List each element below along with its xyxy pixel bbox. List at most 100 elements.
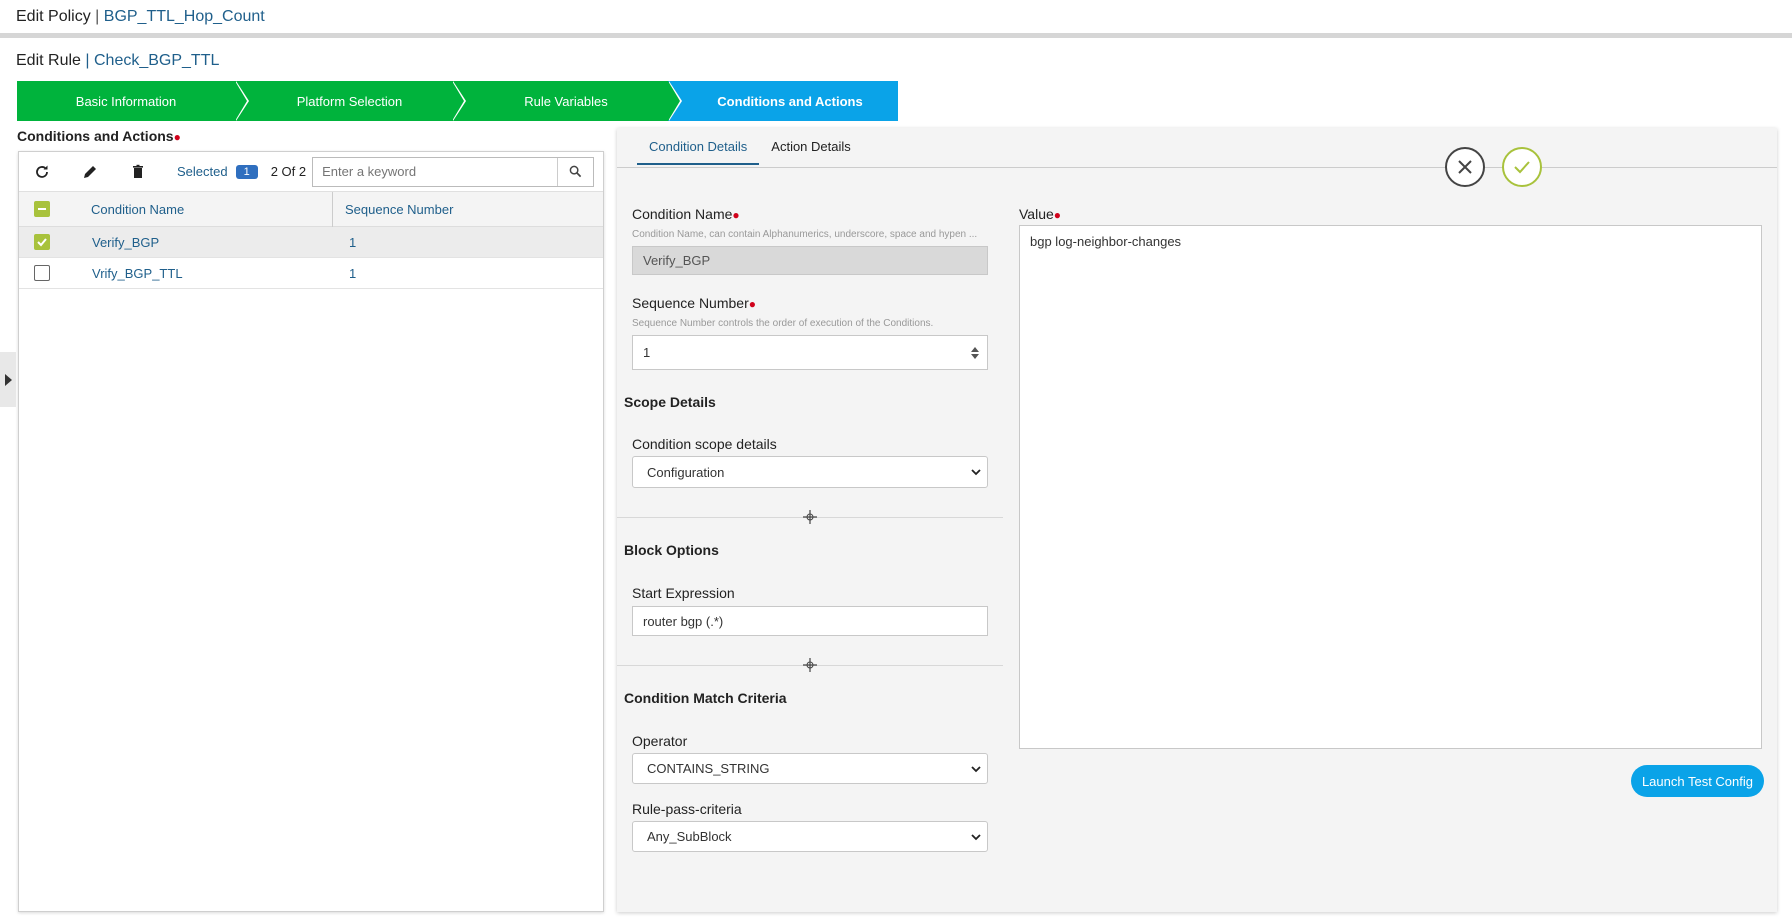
spinner-down[interactable] [971,353,979,359]
rule-pass-criteria-select[interactable]: Any_SubBlock [632,821,988,852]
wizard-steps: Basic Information Platform Selection Rul… [17,81,898,121]
value-label: Value● [1019,206,1061,222]
search-box [312,156,595,187]
rule-title-prefix: Edit Rule [16,52,81,69]
row-sequence-number: 1 [349,234,357,250]
selected-count-badge: 1 [235,164,258,179]
sequence-number-label: Sequence Number● [632,295,756,311]
close-icon [1458,160,1472,174]
column-header-sequence-number[interactable]: Sequence Number [333,202,453,217]
required-indicator: ● [173,130,181,144]
spinner-up[interactable] [971,346,979,352]
rule-separator: | [85,52,90,69]
condition-scope-select[interactable]: Configuration [632,456,988,488]
step-label: Conditions and Actions [717,93,863,109]
policy-name: BGP_TTL_Hop_Count [103,8,265,25]
row-checkbox[interactable] [34,265,50,281]
selected-label: Selected [177,164,228,179]
check-icon [1514,161,1530,174]
sequence-number-label-text: Sequence Number [632,295,749,311]
page-title: Edit Policy | BGP_TTL_Hop_Count [16,8,265,26]
rule-pass-criteria-label: Rule-pass-criteria [632,801,742,817]
chevron-down-icon [971,833,981,840]
tab-condition-details[interactable]: Condition Details [637,128,760,165]
drag-handle-icon[interactable] [803,658,817,672]
check-icon [37,238,47,247]
condition-name-field: Verify_BGP [632,246,988,275]
condition-match-criteria-heading: Condition Match Criteria [624,690,787,706]
search-button[interactable] [557,157,593,186]
grid-header: Condition Name Sequence Number [19,191,603,227]
header-checkbox-cell [19,201,73,217]
drag-handle-icon[interactable] [803,510,817,524]
sidebar-toggle[interactable] [0,352,16,407]
step-conditions-and-actions[interactable]: Conditions and Actions [668,81,898,121]
step-platform-selection[interactable]: Platform Selection [235,81,466,121]
column-header-condition-name[interactable]: Condition Name [73,191,333,227]
rule-title: Edit Rule | Check_BGP_TTL [16,52,219,70]
condition-name-label: Condition Name● [632,206,740,222]
pagination-count: 2 Of 2 [270,164,307,179]
step-label: Rule Variables [524,93,608,109]
step-basic-information[interactable]: Basic Information [17,81,249,121]
scope-details-heading: Scope Details [624,394,716,410]
detail-tabs: Condition Details Action Details [637,128,863,165]
table-row[interactable]: Verify_BGP 1 [19,227,603,258]
top-bar: Edit Policy | BGP_TTL_Hop_Count [0,0,1792,38]
required-indicator: ● [732,208,740,222]
rule-pass-criteria-value: Any_SubBlock [647,829,732,844]
search-icon [569,165,582,178]
row-condition-name[interactable]: Vrify_BGP_TTL [73,266,333,281]
step-label: Platform Selection [296,93,403,109]
sequence-number-value: 1 [643,345,651,360]
row-condition-name[interactable]: Verify_BGP [73,235,333,250]
condition-detail-panel: Condition Details Action Details Conditi… [617,128,1777,912]
condition-scope-value: Configuration [647,464,725,480]
start-expression-field[interactable]: router bgp (.*) [632,606,988,636]
page-title-prefix: Edit Policy [16,8,91,25]
operator-select[interactable]: CONTAINS_STRING [632,753,988,784]
value-textarea[interactable]: bgp log-neighbor-changes [1019,225,1762,749]
tab-underline [617,167,1777,168]
title-separator: | [95,8,100,25]
select-all-checkbox[interactable] [34,201,50,217]
tab-action-details[interactable]: Action Details [759,128,862,165]
sequence-number-stepper[interactable]: 1 [632,335,988,370]
save-button[interactable] [1502,147,1542,187]
cancel-button[interactable] [1445,147,1485,187]
chevron-down-icon [971,469,981,476]
step-arrow [452,81,464,121]
edit-icon[interactable] [79,161,101,183]
condition-name-label-text: Condition Name [632,206,733,222]
delete-icon[interactable] [127,161,149,183]
operator-label: Operator [632,733,688,749]
row-checkbox-cell [19,234,73,250]
chevron-down-icon [971,765,981,772]
block-options-heading: Block Options [624,542,719,558]
row-checkbox[interactable] [34,234,50,250]
search-input[interactable] [313,157,558,186]
required-indicator: ● [1053,208,1062,222]
rule-name: Check_BGP_TTL [93,52,220,69]
row-checkbox-cell [19,265,73,281]
conditions-toolbar: Selected 1 2 Of 2 [19,152,603,192]
step-arrow [668,81,680,121]
operator-value: CONTAINS_STRING [647,761,770,776]
step-label: Basic Information [75,93,177,109]
condition-name-hint: Condition Name, can contain Alphanumeric… [632,229,978,240]
sequence-number-hint: Sequence Number controls the order of ex… [632,318,934,329]
step-rule-variables[interactable]: Rule Variables [452,81,682,121]
condition-scope-label: Condition scope details [632,436,777,452]
start-expression-label: Start Expression [632,585,735,601]
refresh-icon[interactable] [31,161,53,183]
required-indicator: ● [748,297,756,311]
table-row[interactable]: Vrify_BGP_TTL 1 [19,258,603,289]
conditions-section-label: Conditions and Actions● [17,128,181,144]
value-label-text: Value [1019,206,1054,222]
row-sequence-number: 1 [349,265,357,281]
step-arrow [235,81,247,121]
launch-test-config-button[interactable]: Launch Test Config [1630,765,1764,797]
spinner-icon[interactable] [971,346,979,359]
conditions-list-panel: Selected 1 2 Of 2 Condition Name Sequenc… [18,151,604,912]
caret-right-icon [4,373,12,386]
